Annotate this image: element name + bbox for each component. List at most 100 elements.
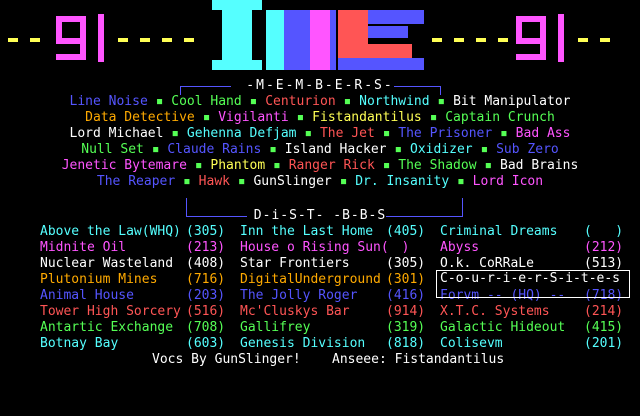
- left-dash-2: [30, 38, 40, 42]
- board-area-code: (914): [386, 304, 426, 319]
- member-name: The Jet: [319, 126, 375, 141]
- separator-dot-icon: ▪: [288, 110, 313, 125]
- member-name: Jenetic Bytemare: [61, 158, 187, 173]
- board-name: House o Rising Sun(: [240, 240, 389, 255]
- board-area-code: (603): [186, 336, 226, 351]
- member-name: Hawk: [198, 174, 230, 189]
- board-name: Antartic Exchange: [40, 320, 174, 335]
- board-name: Tower High Sorcery: [40, 304, 181, 319]
- board-name: Plutonium Mines: [40, 272, 158, 287]
- members-row: The Reaper ▪ Hawk ▪ GunSlinger ▪ Dr. Ins…: [0, 174, 640, 190]
- footer-vocs: Vocs By GunSlinger!: [152, 352, 301, 367]
- member-name: Claude Rains: [167, 142, 262, 157]
- members-row: Lord Michael ▪ Gehenna Defjam ▪ The Jet …: [0, 126, 640, 142]
- members-row: Line Noise ▪ Cool Hand ▪ Centurion ▪ Nor…: [0, 94, 640, 110]
- member-name: Dr. Insanity: [355, 174, 450, 189]
- member-name: Lord Icon: [472, 174, 544, 189]
- board-area-code: (416): [386, 288, 426, 303]
- member-name: Fistandantilus: [312, 110, 422, 125]
- right-dash-4: [498, 38, 508, 42]
- board-name: Inn the Last Home: [240, 224, 374, 239]
- board-area-code: (415): [584, 320, 624, 335]
- separator-dot-icon: ▪: [449, 174, 473, 189]
- left-nine-icon: [56, 16, 86, 60]
- separator-dot-icon: ▪: [492, 126, 516, 141]
- board-name: Midnite Oil: [40, 240, 127, 255]
- member-name: Phantom: [210, 158, 266, 173]
- members-row: Jenetic Bytemare ▪ Phantom ▪ Ranger Rick…: [0, 158, 640, 174]
- board-area-code: (516): [186, 304, 226, 319]
- member-name: Oxidizer: [410, 142, 473, 157]
- member-name: The Reaper: [96, 174, 176, 189]
- separator-dot-icon: ▪: [175, 174, 199, 189]
- board-area-code: (301): [386, 272, 426, 287]
- courier-title: C-o-u-r-i-e-r-S-i-t-e-s: [440, 271, 621, 286]
- separator-dot-icon: ▪: [147, 94, 172, 109]
- dist-title: D-i-S-T- -B-B-S: [253, 208, 387, 223]
- member-name: The Shadow: [398, 158, 477, 173]
- member-name: Vigilanti: [218, 110, 289, 125]
- right-nine-icon: [516, 16, 546, 60]
- members-row: Data Detective ▪ Vigilanti ▪ Fistandanti…: [0, 110, 640, 126]
- board-area-code: (716): [186, 272, 226, 287]
- member-name: Island Hacker: [284, 142, 387, 157]
- member-name: Ranger Rick: [288, 158, 375, 173]
- member-name: GunSlinger: [253, 174, 332, 189]
- board-name: Criminal Dreams: [440, 224, 558, 239]
- member-name: Null Set: [81, 142, 144, 157]
- footer-ansee: Anseee: Fistandantilus: [332, 352, 505, 367]
- board-name: Genesis Division: [240, 336, 366, 351]
- board-area-code: (212): [584, 240, 624, 255]
- right-dash-5: [578, 38, 588, 42]
- right-dash-3: [476, 38, 486, 42]
- separator-dot-icon: ▪: [241, 94, 266, 109]
- member-name: Sub Zero: [496, 142, 559, 157]
- separator-dot-icon: ▪: [143, 142, 168, 157]
- member-name: Cool Hand: [171, 94, 242, 109]
- left-dash-6: [184, 38, 194, 42]
- left-dash-4: [140, 38, 150, 42]
- board-name: Above the Law(WHQ): [40, 224, 181, 239]
- separator-dot-icon: ▪: [331, 174, 356, 189]
- right-dash-6: [600, 38, 610, 42]
- member-name: Northwind: [359, 94, 430, 109]
- board-area-code: (408): [186, 256, 226, 271]
- board-area-code: ( ): [584, 224, 624, 239]
- left-bar: [98, 14, 104, 62]
- board-area-code: (305): [186, 224, 226, 239]
- board-name: DigitalUnderground: [240, 272, 381, 287]
- separator-dot-icon: ▪: [421, 110, 446, 125]
- separator-dot-icon: ▪: [186, 158, 211, 173]
- board-name: Colisevm: [440, 336, 503, 351]
- board-area-code: (213): [186, 240, 226, 255]
- member-name: Data Detective: [85, 110, 195, 125]
- board-area-code: (319): [386, 320, 426, 335]
- board-area-code: (405): [386, 224, 426, 239]
- left-dash-3: [118, 38, 128, 42]
- board-area-code: (201): [584, 336, 624, 351]
- board-name: X.T.C. Systems: [440, 304, 550, 319]
- board-name: Abyss: [440, 240, 480, 255]
- board-name: Gallifrey: [240, 320, 311, 335]
- separator-dot-icon: ▪: [296, 126, 320, 141]
- separator-dot-icon: ▪: [335, 94, 360, 109]
- board-name: The Jolly Roger: [240, 288, 358, 303]
- header-logo: [0, 0, 640, 80]
- member-name: Captain Crunch: [445, 110, 555, 125]
- board-name: Galactic Hideout: [440, 320, 566, 335]
- right-dash-2: [454, 38, 464, 42]
- member-name: Bad Brains: [500, 158, 579, 173]
- board-area-code: (305): [386, 256, 426, 271]
- separator-dot-icon: ▪: [261, 142, 285, 157]
- separator-dot-icon: ▪: [163, 126, 187, 141]
- separator-dot-icon: ▪: [429, 94, 454, 109]
- board-name: Botnay Bay: [40, 336, 119, 351]
- separator-dot-icon: ▪: [229, 174, 254, 189]
- board-name: Mc'Cluskys Bar: [240, 304, 350, 319]
- board-area-code: (708): [186, 320, 226, 335]
- board-name: Animal House: [40, 288, 134, 303]
- member-name: The Prisoner: [398, 126, 493, 141]
- separator-dot-icon: ▪: [265, 158, 289, 173]
- separator-dot-icon: ▪: [374, 158, 399, 173]
- member-name: Gehenna Defjam: [186, 126, 297, 141]
